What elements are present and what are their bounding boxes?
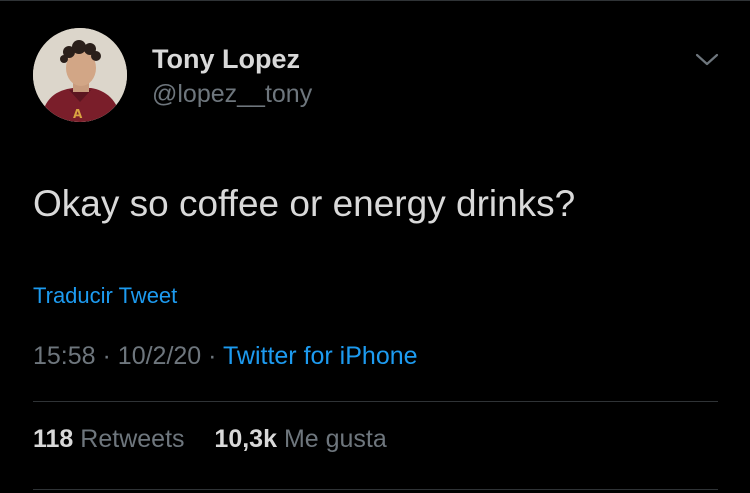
top-divider — [0, 0, 750, 1]
tweet-date[interactable]: 10/2/20 — [118, 342, 201, 370]
meta-separator: · — [102, 342, 111, 370]
tweet-stats: 118 Retweets 10,3k Me gusta — [33, 425, 387, 454]
author-handle[interactable]: @lopez__tony — [152, 80, 312, 109]
tweet-time[interactable]: 15:58 — [33, 342, 96, 370]
meta-separator: · — [208, 342, 217, 370]
likes-label: Me gusta — [283, 425, 387, 453]
chevron-down-icon[interactable] — [694, 50, 720, 68]
author-display-name[interactable]: Tony Lopez — [152, 44, 300, 75]
avatar[interactable]: A — [33, 28, 127, 122]
likes-stat[interactable]: 10,3k Me gusta — [214, 425, 386, 453]
svg-text:A: A — [73, 107, 83, 121]
retweets-count: 118 — [33, 425, 74, 453]
divider — [33, 401, 718, 402]
tweet-source-link[interactable]: Twitter for iPhone — [223, 342, 418, 370]
tweet-meta: 15:58 · 10/2/20 · Twitter for iPhone — [33, 342, 418, 371]
likes-count: 10,3k — [214, 425, 277, 453]
retweets-stat[interactable]: 118 Retweets — [33, 425, 191, 453]
avatar-image: A — [33, 28, 127, 122]
divider — [33, 489, 718, 490]
tweet-text: Okay so coffee or energy drinks? — [33, 183, 576, 224]
retweets-label: Retweets — [80, 425, 185, 453]
translate-tweet-link[interactable]: Traducir Tweet — [33, 283, 177, 309]
